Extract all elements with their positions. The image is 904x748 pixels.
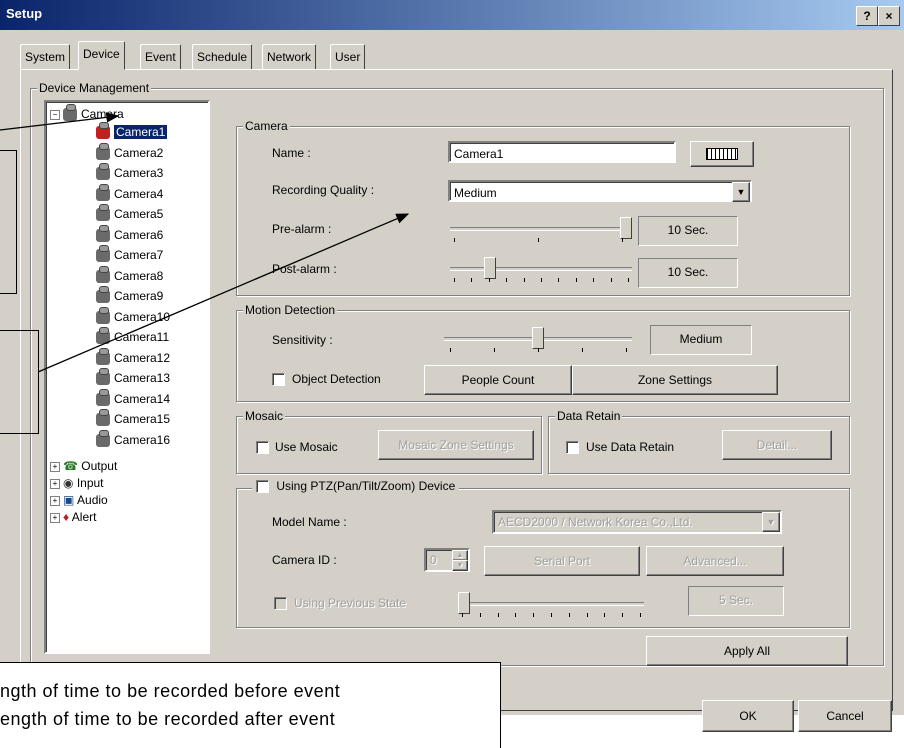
annotation-note: ngth of time to be recorded before event… — [0, 662, 501, 748]
note-line-1: ngth of time to be recorded before event — [0, 681, 341, 701]
callout-arrows — [0, 112, 410, 373]
tab-device[interactable]: Device — [78, 41, 125, 70]
note-line-2: ength of time to be recorded after event — [0, 709, 336, 729]
arrow-to-pre-alarm — [37, 213, 410, 373]
arrow-to-camera-tree — [0, 112, 120, 131]
